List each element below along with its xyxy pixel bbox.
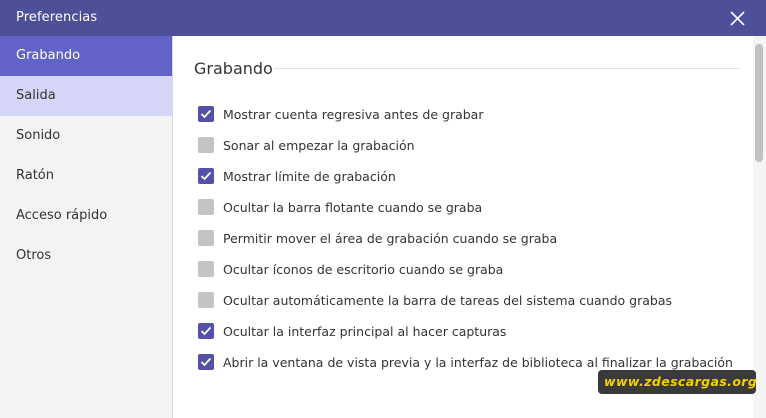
sidebar-item-otros[interactable]: Otros bbox=[0, 236, 172, 276]
section-divider bbox=[274, 68, 739, 69]
checkbox[interactable] bbox=[198, 354, 214, 370]
sidebar-item-label: Acceso rápido bbox=[16, 208, 108, 223]
sidebar-item-label: Sonido bbox=[16, 128, 61, 143]
checkbox[interactable] bbox=[198, 261, 214, 277]
preferences-window: Preferencias Grabando Salida Sonido Rató… bbox=[0, 0, 766, 418]
option-open-preview[interactable]: Abrir la ventana de vista previa y la in… bbox=[198, 352, 758, 372]
checkmark-icon bbox=[200, 171, 212, 181]
window-title: Preferencias bbox=[16, 10, 98, 25]
option-label: Permitir mover el área de grabación cuan… bbox=[223, 231, 558, 246]
option-label: Mostrar cuenta regresiva antes de grabar bbox=[223, 107, 484, 122]
sidebar: Grabando Salida Sonido Ratón Acceso rápi… bbox=[0, 36, 173, 418]
watermark-text: www.zdescargas.org bbox=[604, 374, 758, 389]
scrollbar-thumb[interactable] bbox=[755, 44, 763, 162]
close-icon bbox=[730, 11, 745, 26]
checkmark-icon bbox=[200, 357, 212, 367]
sidebar-item-sonido[interactable]: Sonido bbox=[0, 116, 172, 156]
sidebar-item-raton[interactable]: Ratón bbox=[0, 156, 172, 196]
vertical-scrollbar[interactable] bbox=[753, 36, 766, 418]
option-label: Abrir la ventana de vista previa y la in… bbox=[223, 355, 733, 370]
option-start-sound[interactable]: Sonar al empezar la grabación bbox=[198, 135, 758, 155]
option-hide-taskbar[interactable]: Ocultar automáticamente la barra de tare… bbox=[198, 290, 758, 310]
watermark: www.zdescargas.org bbox=[598, 370, 758, 394]
option-label: Ocultar íconos de escritorio cuando se g… bbox=[223, 262, 504, 277]
checkbox[interactable] bbox=[198, 199, 214, 215]
sidebar-item-label: Ratón bbox=[16, 168, 55, 183]
option-move-area[interactable]: Permitir mover el área de grabación cuan… bbox=[198, 228, 758, 248]
checkbox[interactable] bbox=[198, 168, 214, 184]
checkbox[interactable] bbox=[198, 230, 214, 246]
settings-panel: Grabando Mostrar cuenta regresiva antes … bbox=[174, 36, 766, 418]
option-countdown[interactable]: Mostrar cuenta regresiva antes de grabar bbox=[198, 104, 758, 124]
option-label: Sonar al empezar la grabación bbox=[223, 138, 415, 153]
option-label: Ocultar la interfaz principal al hacer c… bbox=[223, 324, 507, 339]
checkbox[interactable] bbox=[198, 323, 214, 339]
checkbox[interactable] bbox=[198, 106, 214, 122]
checkmark-icon bbox=[200, 109, 212, 119]
option-hide-main-ui[interactable]: Ocultar la interfaz principal al hacer c… bbox=[198, 321, 758, 341]
sidebar-item-label: Otros bbox=[16, 248, 52, 263]
option-recording-limit[interactable]: Mostrar límite de grabación bbox=[198, 166, 758, 186]
sidebar-item-label: Grabando bbox=[16, 48, 81, 63]
checkbox[interactable] bbox=[198, 137, 214, 153]
section-title: Grabando bbox=[194, 59, 273, 78]
option-label: Ocultar automáticamente la barra de tare… bbox=[223, 293, 673, 308]
sidebar-item-acceso-rapido[interactable]: Acceso rápido bbox=[0, 196, 172, 236]
sidebar-item-label: Salida bbox=[16, 88, 56, 103]
option-hide-floating-bar[interactable]: Ocultar la barra flotante cuando se grab… bbox=[198, 197, 758, 217]
sidebar-item-salida[interactable]: Salida bbox=[0, 76, 172, 116]
close-button[interactable] bbox=[722, 6, 752, 30]
option-label: Mostrar límite de grabación bbox=[223, 169, 396, 184]
checkmark-icon bbox=[200, 326, 212, 336]
sidebar-item-grabando[interactable]: Grabando bbox=[0, 36, 172, 76]
title-bar: Preferencias bbox=[0, 0, 766, 36]
option-hide-desktop-icons[interactable]: Ocultar íconos de escritorio cuando se g… bbox=[198, 259, 758, 279]
checkbox[interactable] bbox=[198, 292, 214, 308]
option-label: Ocultar la barra flotante cuando se grab… bbox=[223, 200, 483, 215]
